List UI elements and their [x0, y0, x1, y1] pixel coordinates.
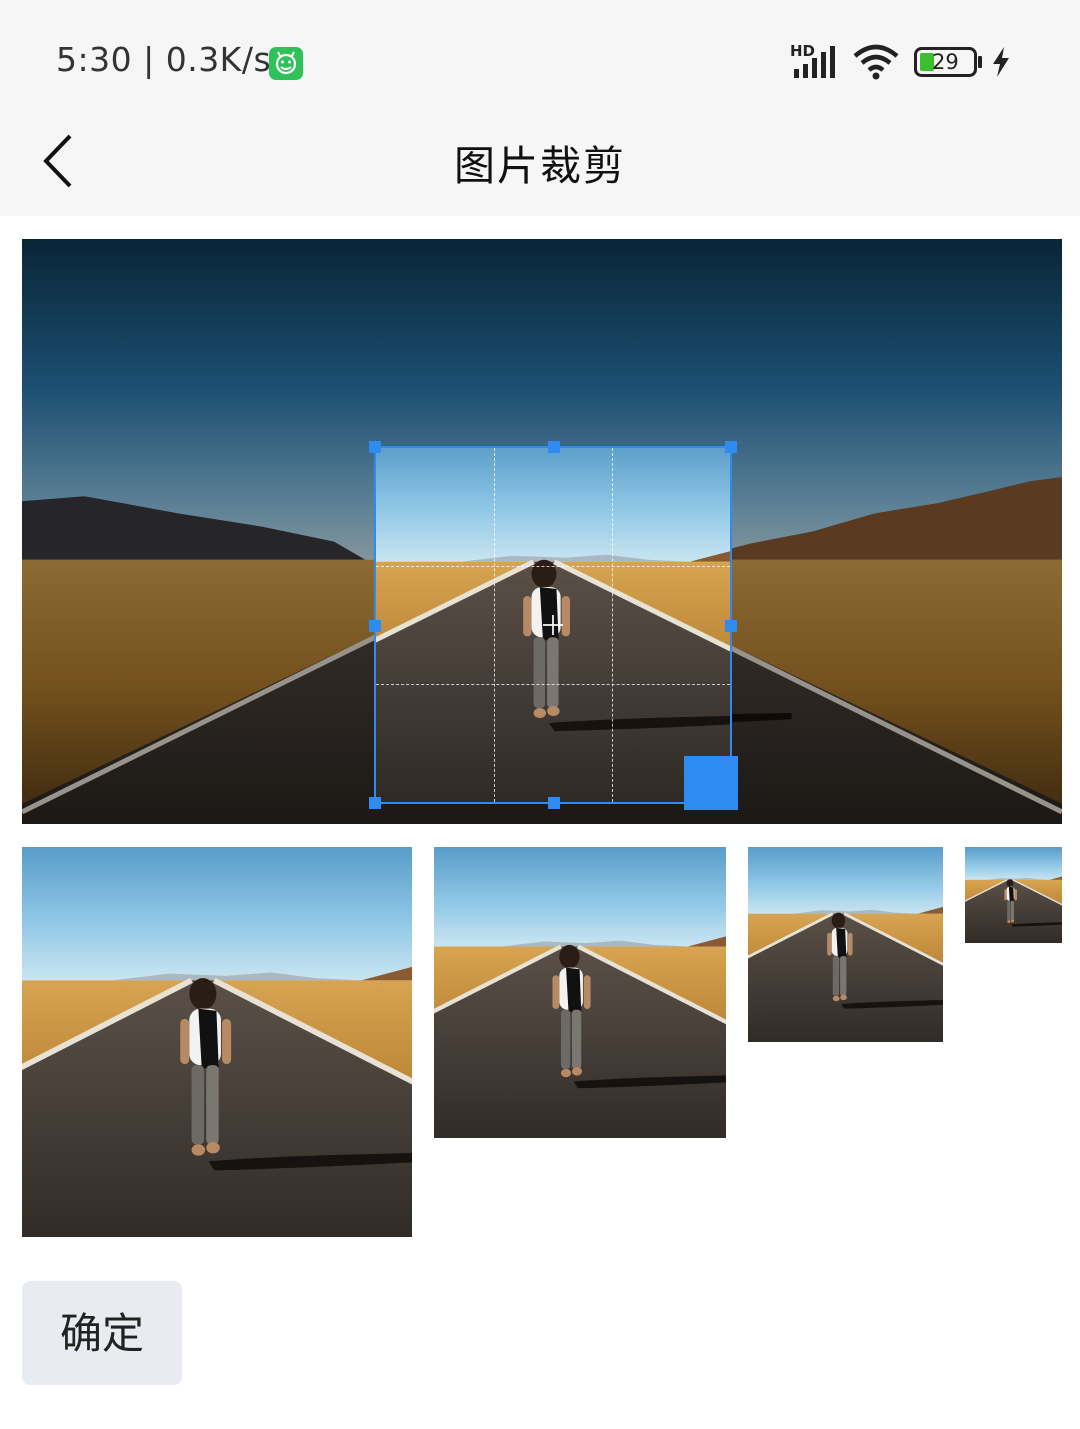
battery-icon: 29	[914, 47, 984, 77]
app-notification-icon	[269, 47, 303, 80]
preview-image	[434, 847, 726, 1138]
crop-handle-left[interactable]	[369, 620, 381, 632]
crop-handle-top-right[interactable]	[725, 441, 737, 453]
crop-resize-handle[interactable]	[684, 756, 738, 810]
crop-grid-line	[376, 565, 730, 567]
crop-handle-top-left[interactable]	[369, 441, 381, 453]
status-icons: HD 29	[790, 42, 1030, 82]
status-time-speed: 5:30 | 0.3K/s	[56, 40, 272, 79]
page-title: 图片裁剪	[454, 142, 626, 190]
wifi-icon	[852, 44, 900, 82]
crop-handle-top[interactable]	[548, 441, 560, 453]
crop-preview-small	[748, 847, 943, 1042]
confirm-button[interactable]: 确定	[22, 1281, 182, 1385]
preview-image	[965, 847, 1062, 943]
crop-handle-bottom[interactable]	[548, 797, 560, 809]
title-bar: 图片裁剪	[0, 110, 1080, 216]
battery-level: 29	[932, 50, 959, 74]
crop-handle-bottom-left[interactable]	[369, 797, 381, 809]
crop-selection-box[interactable]	[369, 441, 738, 810]
crop-grid-line	[493, 448, 495, 802]
preview-image	[748, 847, 943, 1042]
preview-image	[22, 847, 412, 1237]
crop-preview-xsmall	[965, 847, 1062, 943]
crop-preview-large	[22, 847, 412, 1237]
crop-grid-line	[376, 683, 730, 685]
crop-handle-right[interactable]	[725, 620, 737, 632]
charging-icon	[990, 46, 1012, 78]
crop-preview-medium	[434, 847, 726, 1138]
crop-center-icon	[543, 615, 563, 635]
crop-grid-line	[611, 448, 613, 802]
signal-icon: HD	[790, 42, 844, 82]
status-bar: 5:30 | 0.3K/s HD 29	[0, 0, 1080, 110]
crop-image-area[interactable]	[22, 239, 1062, 824]
